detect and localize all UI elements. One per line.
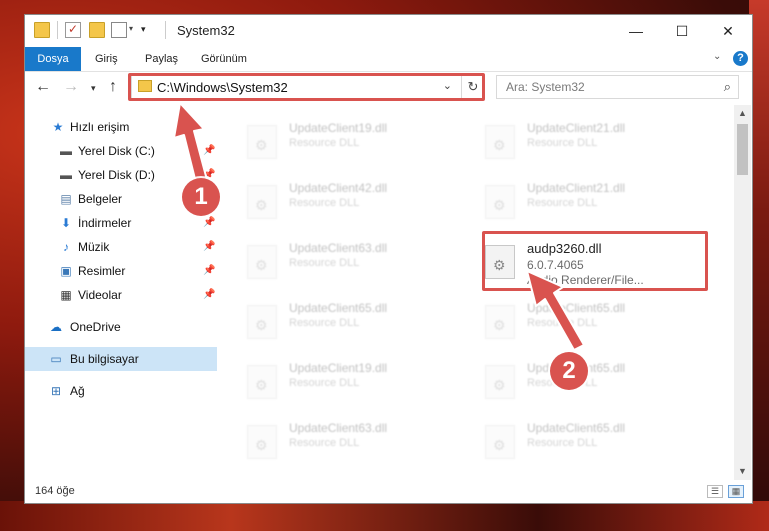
arrow-to-file: [526, 270, 585, 351]
annotation-arrows: [173, 102, 585, 351]
arrow-to-address-bar: [173, 102, 208, 184]
step-badge-2: 2: [550, 352, 588, 390]
step-badge-1: 1: [182, 178, 220, 216]
